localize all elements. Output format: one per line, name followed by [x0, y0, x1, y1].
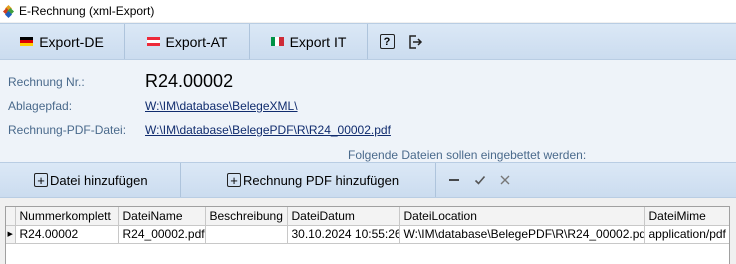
rechnung-number: R24.00002: [145, 71, 234, 91]
row-header-corner: [6, 207, 16, 226]
window-title: E-Rechnung (xml-Export): [19, 4, 155, 18]
embed-files-heading: Folgende Dateien sollen eingebettet werd…: [348, 148, 587, 162]
germany-flag-icon: [20, 37, 34, 46]
column-header[interactable]: DateiLocation: [399, 207, 645, 226]
rechnung-label: Rechnung Nr.:: [8, 75, 85, 89]
question-icon: ?: [379, 34, 395, 49]
plus-icon: +: [227, 173, 241, 187]
table-cell[interactable]: [205, 225, 288, 244]
austria-flag-icon: [146, 37, 160, 46]
invoice-info-panel: Rechnung Nr.: R24.00002 Ablagepfad: W:\I…: [0, 60, 736, 162]
column-header[interactable]: DateiDatum: [287, 207, 400, 226]
column-header[interactable]: DateiName: [118, 207, 206, 226]
help-button[interactable]: ?: [372, 24, 402, 59]
export-it-label: Export IT: [289, 33, 347, 50]
table-cell[interactable]: 30.10.2024 10:55:26: [287, 225, 400, 244]
add-file-button[interactable]: + Datei hinzufügen: [34, 163, 148, 197]
column-header[interactable]: Beschreibung: [205, 207, 288, 226]
pdf-file-label: Rechnung-PDF-Datei:: [8, 123, 127, 137]
row-indicator[interactable]: ▶: [6, 225, 16, 244]
files-grid: Nummerkomplett DateiName Beschreibung Da…: [5, 206, 730, 264]
minus-icon: [449, 179, 459, 181]
table-cell[interactable]: W:\IM\database\BelegePDF\R\R24_00002.pdf: [399, 225, 645, 244]
column-header[interactable]: Nummerkomplett: [15, 207, 119, 226]
export-de-button[interactable]: Export-DE: [0, 24, 125, 59]
exit-icon: [409, 34, 423, 49]
main-toolbar: Export-DE Export-AT Export IT ?: [0, 23, 736, 60]
table-cell[interactable]: application/pdf: [644, 225, 729, 244]
exit-button[interactable]: [402, 24, 428, 59]
table-row[interactable]: ▶ R24.00002 R24_00002.pdf 30.10.2024 10:…: [6, 225, 729, 244]
header-row: Nummerkomplett DateiName Beschreibung Da…: [6, 207, 729, 226]
cancel-button[interactable]: [498, 163, 512, 197]
confirm-button[interactable]: [473, 163, 487, 197]
italy-flag-icon: [270, 37, 284, 46]
table-cell[interactable]: R24_00002.pdf: [118, 225, 206, 244]
toolbar-separator: [435, 163, 436, 197]
plus-icon: +: [34, 173, 48, 187]
ablagepfad-label: Ablagepfad:: [8, 99, 73, 113]
export-it-button[interactable]: Export IT: [250, 24, 368, 59]
remove-button[interactable]: [447, 163, 461, 197]
ablagepfad-link[interactable]: W:\IM\database\BelegeXML\: [145, 99, 298, 113]
title-bar: E-Rechnung (xml-Export): [0, 0, 736, 22]
export-at-label: Export-AT: [165, 33, 228, 50]
export-de-label: Export-DE: [39, 33, 104, 50]
column-header[interactable]: DateiMime: [644, 207, 729, 226]
app-icon: [2, 4, 15, 19]
add-invoice-pdf-button[interactable]: + Rechnung PDF hinzufügen: [227, 163, 399, 197]
close-icon: [500, 175, 510, 185]
table-cell[interactable]: R24.00002: [15, 225, 119, 244]
files-toolbar: + Datei hinzufügen + Rechnung PDF hinzuf…: [0, 162, 736, 198]
add-invoice-pdf-label: Rechnung PDF hinzufügen: [243, 172, 400, 188]
pdf-file-link[interactable]: W:\IM\database\BelegePDF\R\R24_00002.pdf: [145, 123, 391, 137]
add-file-label: Datei hinzufügen: [50, 172, 148, 188]
export-at-button[interactable]: Export-AT: [125, 24, 250, 59]
current-row-arrow-icon: ▶: [7, 231, 13, 238]
files-table: Nummerkomplett DateiName Beschreibung Da…: [6, 207, 729, 244]
check-icon: [474, 175, 486, 185]
toolbar-separator: [180, 163, 181, 197]
